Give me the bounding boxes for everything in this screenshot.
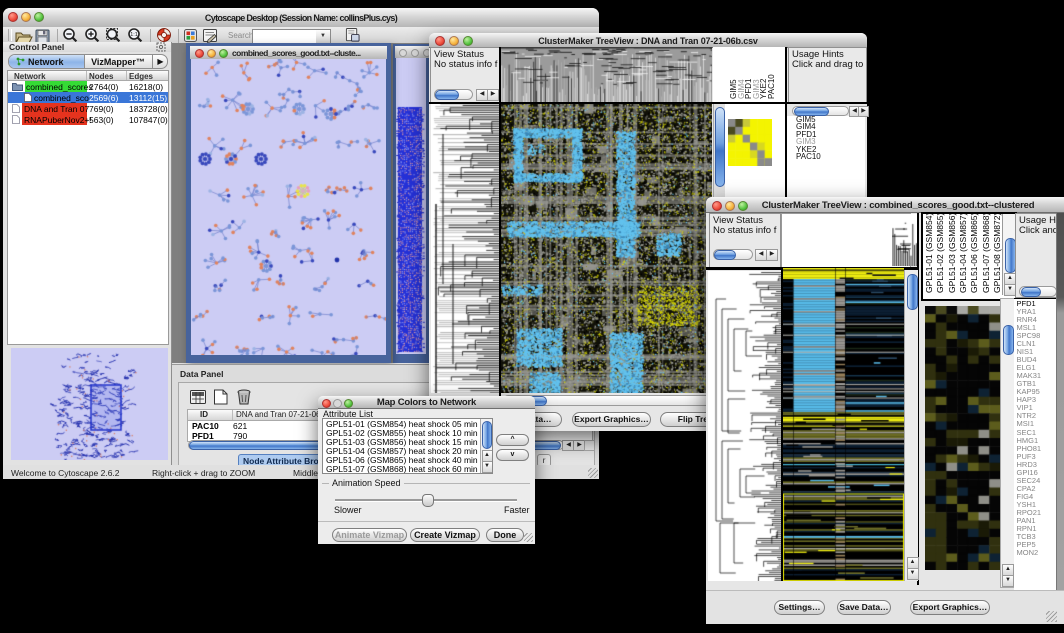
svg-text:1:1: 1:1 (130, 32, 138, 38)
